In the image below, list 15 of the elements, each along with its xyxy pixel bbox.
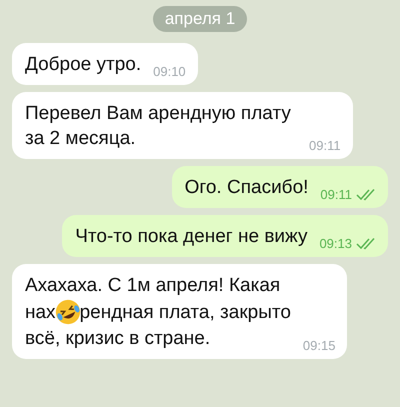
message-time: 09:15 (302, 338, 336, 354)
message-text: Что-то пока денег не вижу (75, 226, 308, 247)
message-text: Ахахаха. С 1м апреля! Какая (25, 274, 280, 298)
message-text: Перевел Вам арендную плату за 2 месяца. (25, 103, 291, 149)
message-text: рендная плата, закрыто (80, 300, 291, 324)
message-text: нах (25, 300, 56, 324)
message-text: всё, кризис в стране. (25, 327, 210, 351)
message-text: Доброе утро. (25, 54, 142, 75)
message-time: 09:13 (319, 236, 352, 252)
message-time: 09:11 (309, 138, 341, 154)
message-text: Ого. Спасибо! (184, 177, 308, 198)
date-badge: апреля 1 (152, 6, 248, 32)
message-time: 09:11 (320, 187, 352, 203)
message-time: 09:10 (153, 64, 186, 80)
laughing-emoji-icon (54, 298, 82, 326)
